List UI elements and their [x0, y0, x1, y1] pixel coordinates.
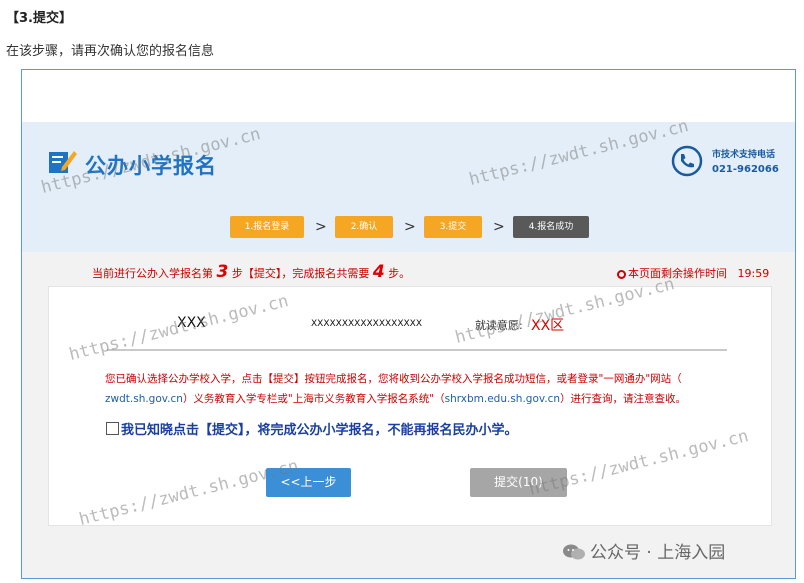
- clock-icon: [617, 270, 626, 279]
- instruction-middle: 步【提交】，完成报名共需要: [231, 267, 370, 280]
- acknowledge-checkbox-label[interactable]: 我已知晓点击【提交】，将完成公办小学报名，不能再报名民办小学。: [121, 419, 518, 438]
- shrxbm-link[interactable]: shrxbm.edu.sh.gov.cn: [445, 393, 560, 405]
- progress-step-login: 1.报名登录: [230, 216, 304, 238]
- notice-line-2-middle: ）义务教育入学专栏或"上海市义务教育入学报名系统"（: [182, 393, 445, 405]
- step-intro-text: 在该步骤，请再次确认您的报名信息: [6, 44, 215, 59]
- total-step-number: 4: [372, 262, 385, 282]
- support-hotline-label: 市技术支持电话: [712, 150, 776, 160]
- notice-line-1: 您已确认选择公办学校入学，点击【提交】按钮完成报名，您将收到公办学校入学报名成功…: [105, 373, 682, 385]
- screenshot-frame: 公办小学报名 市技术支持电话 021-962066 1.报名登录 > 2.确认 …: [21, 69, 796, 579]
- wechat-account-label: 公众号 · 上海入园: [562, 538, 725, 563]
- chevron-right-icon: >: [315, 219, 327, 235]
- divider: [107, 349, 727, 351]
- wechat-account-name: 公众号 · 上海入园: [590, 543, 726, 563]
- countdown-timer: 本页面剩余操作时间 19:59: [617, 265, 769, 281]
- acknowledge-checkbox[interactable]: [106, 422, 119, 435]
- step-instruction: 当前进行公办入学报名第 3 步【提交】，完成报名共需要 4 步。: [92, 262, 410, 282]
- notice-line-2-end: ）进行查询，请注意查收。: [560, 393, 687, 405]
- timer-value: 19:59: [737, 267, 770, 280]
- chevron-right-icon: >: [404, 219, 416, 235]
- instruction-prefix: 当前进行公办入学报名第: [92, 267, 213, 280]
- wechat-icon: [563, 544, 585, 560]
- chevron-right-icon: >: [493, 219, 505, 235]
- notice-line-2: zwdt.sh.gov.cn）义务教育入学专栏或"上海市义务教育入学报名系统"（…: [105, 391, 686, 406]
- zwdt-link[interactable]: zwdt.sh.gov.cn: [105, 393, 183, 405]
- progress-step-submit: 3.提交: [424, 216, 482, 238]
- support-hotline-number: 021-962066: [712, 164, 779, 175]
- step-heading: 【3.提交】: [6, 11, 72, 26]
- progress-step-confirm: 2.确认: [335, 216, 393, 238]
- instruction-suffix: 步。: [388, 267, 411, 280]
- applicant-id-number: XXXXXXXXXXXXXXXXXX: [311, 319, 422, 329]
- phone-support-icon: [671, 145, 703, 177]
- timer-label: 本页面剩余操作时间: [628, 267, 727, 280]
- progress-step-success: 4.报名成功: [513, 216, 589, 238]
- current-step-number: 3: [216, 262, 229, 282]
